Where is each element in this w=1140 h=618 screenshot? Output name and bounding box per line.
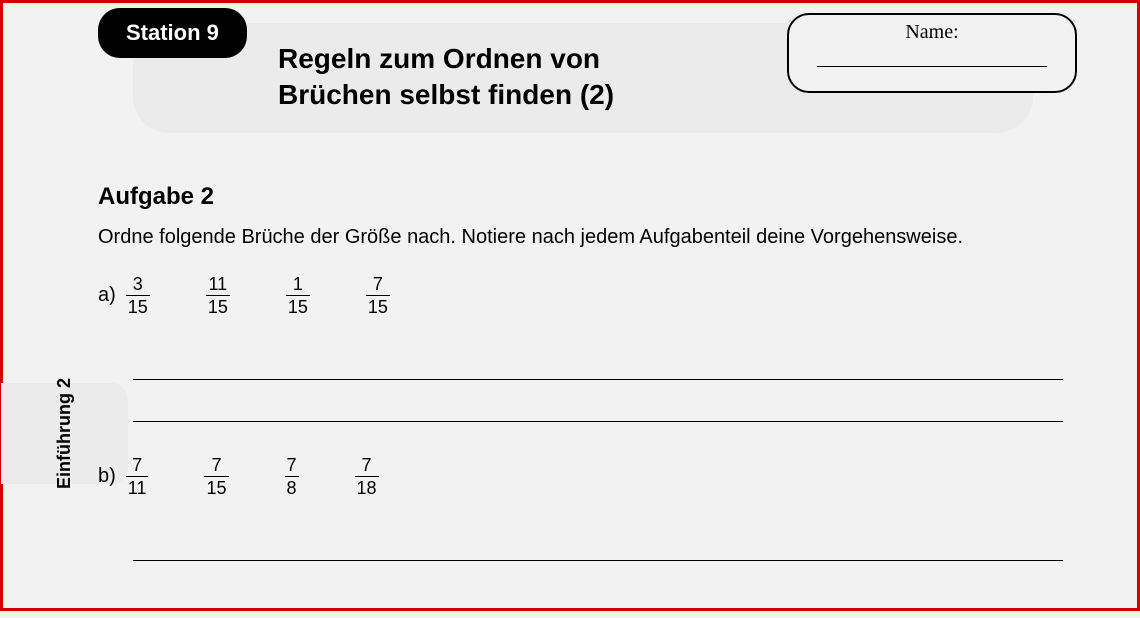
name-input-line[interactable] (817, 66, 1047, 67)
fraction: 3 15 (126, 275, 150, 316)
subtask-letter: a) (98, 284, 116, 307)
fraction: 7 18 (355, 456, 379, 497)
answer-line[interactable] (133, 380, 1063, 422)
fraction: 11 15 (206, 275, 230, 316)
subtask-letter: b) (98, 465, 116, 488)
name-label: Name: (789, 21, 1075, 44)
task-heading: Aufgabe 2 (98, 183, 1098, 211)
answer-line[interactable] (133, 338, 1063, 380)
task-description: Ordne folgende Brüche der Größe nach. No… (98, 223, 1098, 251)
fraction: 1 15 (286, 275, 310, 316)
fraction: 7 8 (285, 456, 299, 497)
subtask-b: b) 7 11 7 15 7 8 7 18 (98, 456, 1098, 497)
station-badge: Station 9 (98, 8, 247, 58)
side-tab-label: Einführung 2 (54, 378, 75, 489)
subtask-a: a) 3 15 11 15 1 15 7 15 (98, 275, 1098, 316)
fraction: 7 15 (366, 275, 390, 316)
answer-line[interactable] (133, 519, 1063, 561)
name-box: Name: (787, 13, 1077, 93)
fraction: 7 11 (126, 456, 149, 497)
fraction: 7 15 (204, 456, 228, 497)
